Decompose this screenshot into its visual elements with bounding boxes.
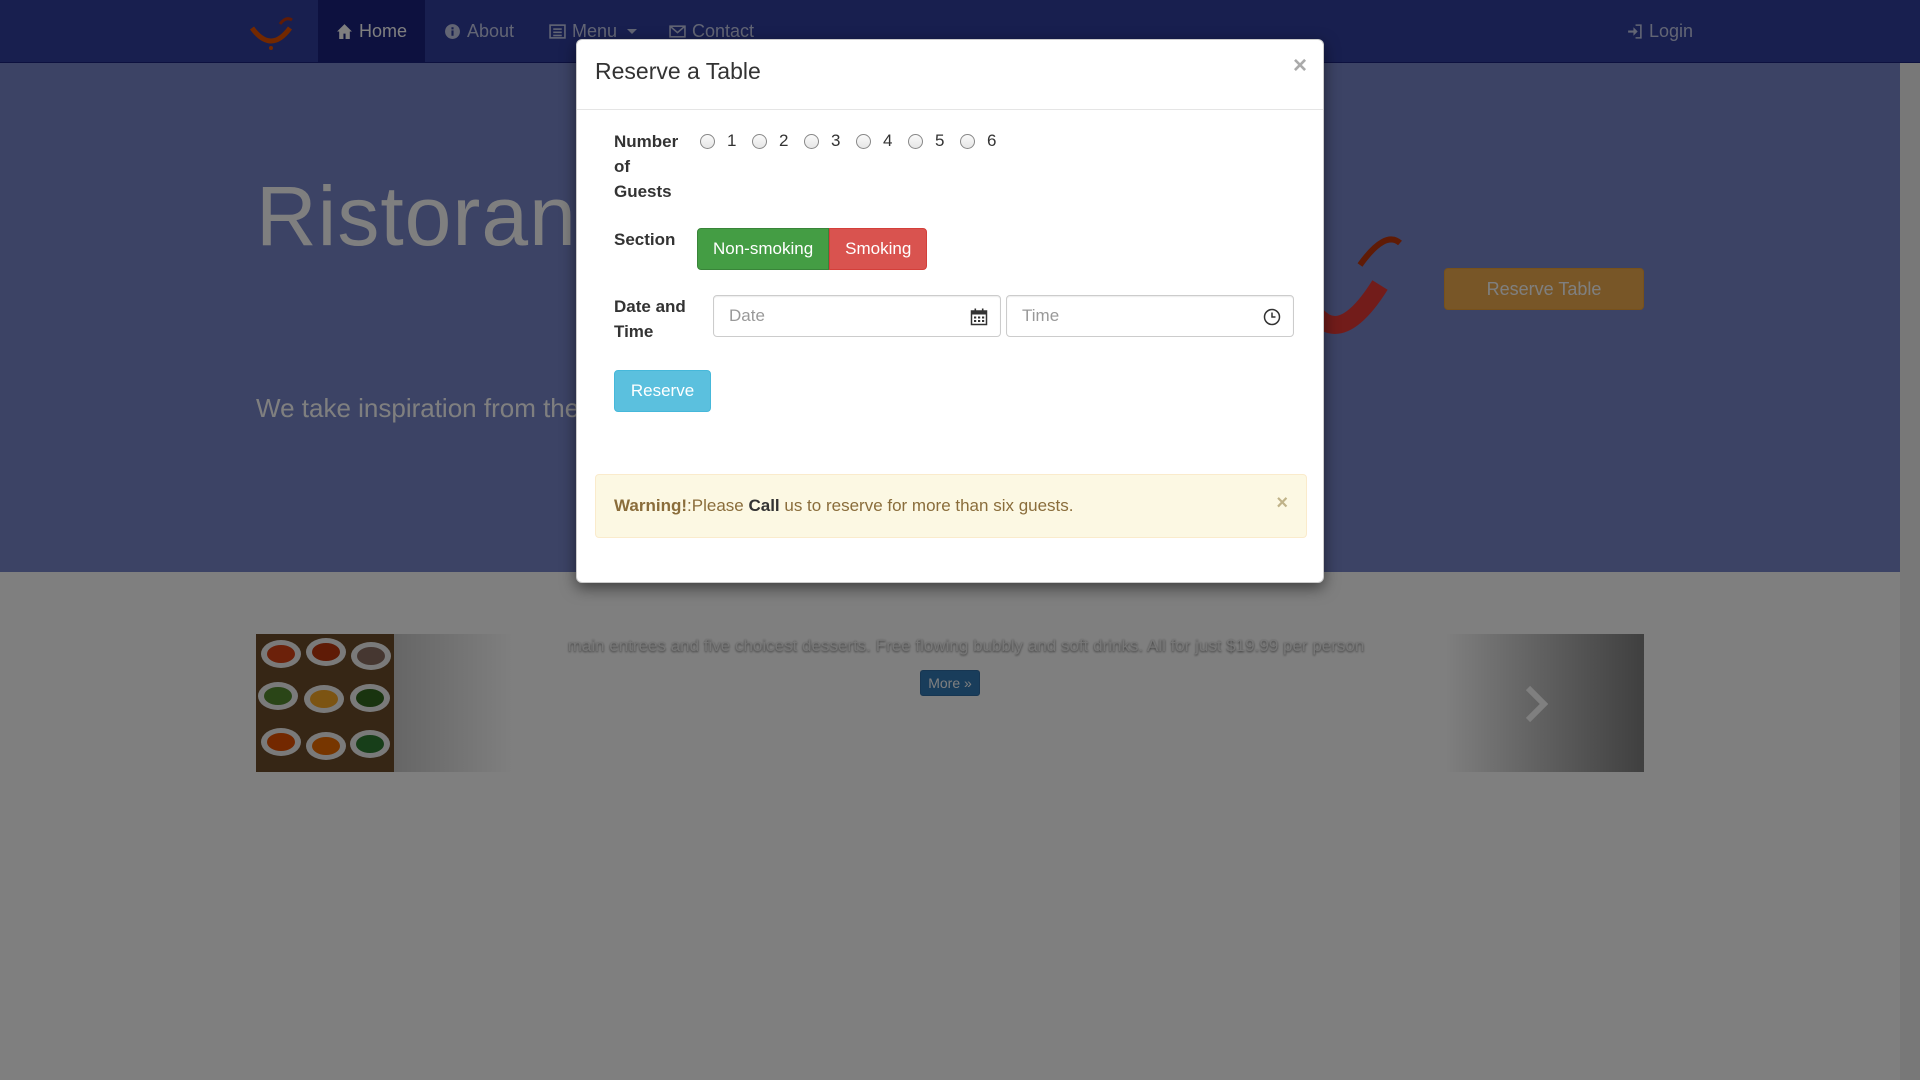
guests-option-label: 1	[727, 131, 737, 150]
alert-call-label: Call	[748, 496, 780, 515]
guests-option-label: 5	[935, 131, 945, 150]
date-input[interactable]	[714, 306, 954, 326]
radio-button[interactable]	[752, 133, 767, 149]
alert-close-icon[interactable]: ×	[1276, 493, 1288, 513]
guests-option-label: 4	[883, 131, 893, 150]
radio-button[interactable]	[804, 133, 819, 149]
guests-option-1[interactable]: 1	[700, 131, 752, 151]
reserve-table-modal: Reserve a Table × Number of Guests 1 2 3…	[576, 39, 1324, 583]
guests-option-6[interactable]: 6	[960, 131, 1012, 151]
radio-button[interactable]	[908, 133, 923, 149]
alert-text-before: :Please	[687, 496, 749, 515]
alert-warning-label: Warning!	[614, 496, 688, 515]
radio-button[interactable]	[960, 133, 975, 149]
section-label: Section	[614, 230, 676, 249]
guests-option-label: 3	[831, 131, 841, 150]
guests-option-5[interactable]: 5	[908, 131, 960, 151]
guests-option-label: 2	[779, 131, 789, 150]
warning-alert: Warning!:Please Call us to reserve for m…	[595, 474, 1307, 538]
guests-label: Number of Guests	[614, 132, 679, 201]
calendar-icon[interactable]	[970, 308, 988, 326]
guests-option-2[interactable]: 2	[752, 131, 804, 151]
close-icon[interactable]: ×	[1293, 54, 1307, 78]
guests-option-3[interactable]: 3	[804, 131, 856, 151]
guests-option-label: 6	[987, 131, 997, 150]
non-smoking-button[interactable]: Non-smoking	[697, 228, 830, 270]
time-field[interactable]	[1006, 295, 1294, 337]
datetime-label: Date and Time	[614, 297, 686, 341]
guests-option-4[interactable]: 4	[856, 131, 908, 151]
clock-icon[interactable]	[1263, 308, 1281, 326]
radio-button[interactable]	[856, 133, 871, 149]
guests-radio-group: 1 2 3 4 5 6	[700, 131, 1012, 151]
section-toggle-group: Non-smoking Smoking	[697, 228, 928, 270]
alert-text-after: us to reserve for more than six guests.	[779, 496, 1074, 515]
time-input[interactable]	[1007, 306, 1247, 326]
smoking-button[interactable]: Smoking	[829, 228, 928, 270]
radio-button[interactable]	[700, 133, 715, 149]
modal-title: Reserve a Table	[595, 58, 761, 84]
modal-header: Reserve a Table ×	[577, 40, 1323, 110]
date-field[interactable]	[713, 295, 1001, 337]
reserve-button[interactable]: Reserve	[614, 370, 711, 412]
